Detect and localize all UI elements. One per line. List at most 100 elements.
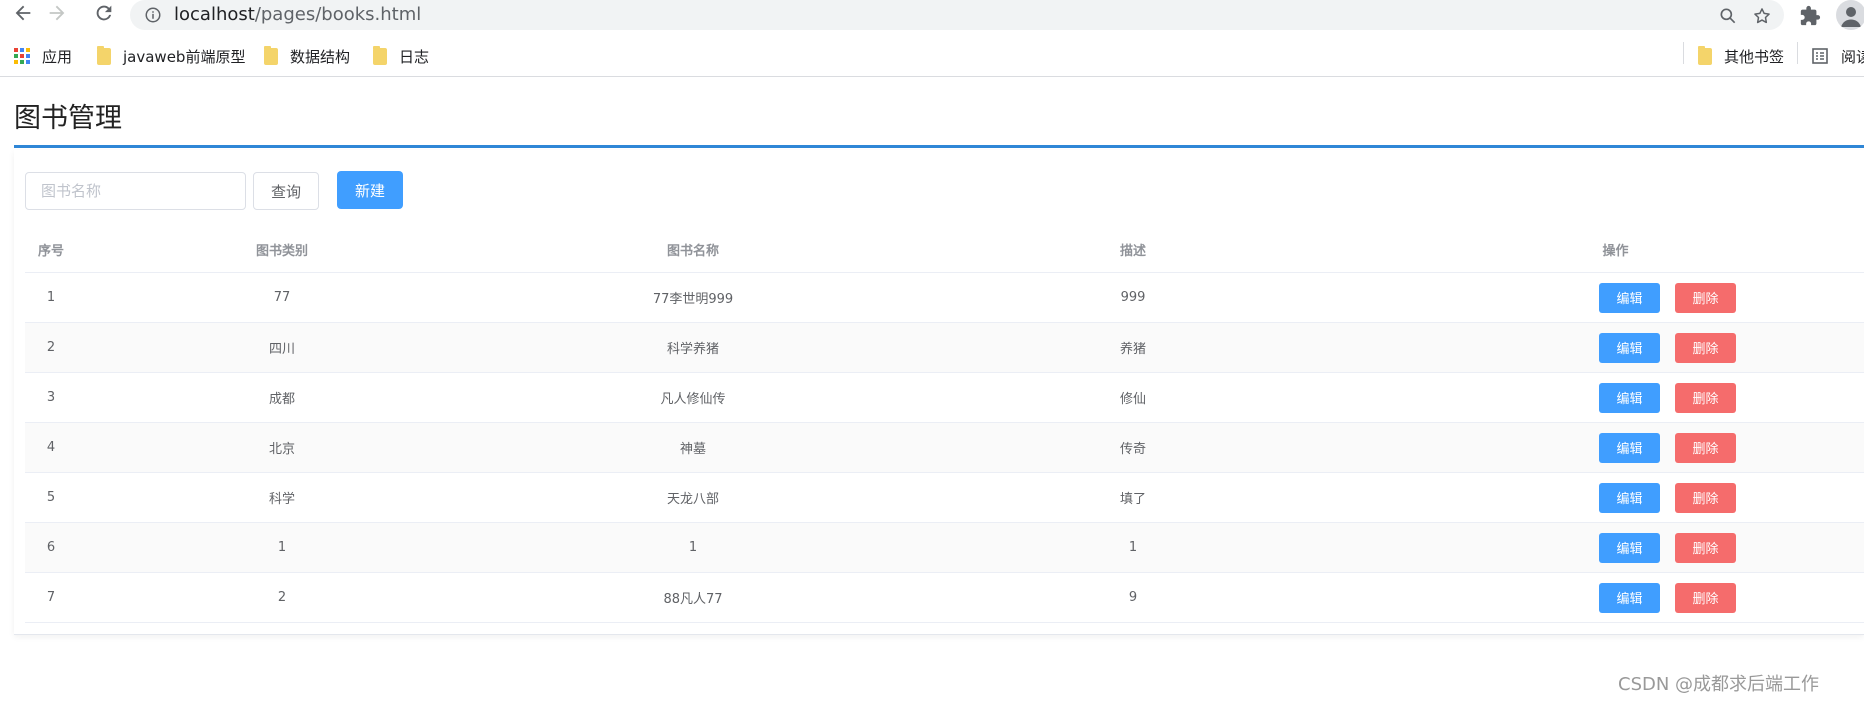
cell-description: 传奇 <box>1119 442 1146 457</box>
header-operations: 操作 <box>1602 243 1629 259</box>
cell-description: 修仙 <box>1119 392 1146 407</box>
cell-description: 1 <box>1128 540 1138 555</box>
cell-id: 6 <box>46 540 56 555</box>
edit-button[interactable]: 编辑 <box>1599 382 1660 413</box>
cell-operations: 编辑 删除 <box>1599 323 1864 372</box>
info-icon[interactable] <box>144 6 162 24</box>
title-divider <box>14 145 1864 148</box>
cell-category: 77 <box>273 290 291 305</box>
cell-description: 填了 <box>1119 492 1146 507</box>
table-row: 7 2 88凡人77 9 编辑 删除 <box>25 573 1864 623</box>
query-button[interactable]: 查询 <box>253 172 319 210</box>
cell-id: 1 <box>46 290 56 305</box>
cell-id: 5 <box>46 490 56 505</box>
bookmark-label: 日志 <box>399 47 430 66</box>
magnifier-icon <box>1720 8 1736 24</box>
cell-operations: 编辑 删除 <box>1599 523 1864 572</box>
delete-button[interactable]: 删除 <box>1675 532 1736 563</box>
url-text[interactable]: localhost/pages/books.html <box>174 3 421 27</box>
bookmark-label: 阅读 <box>1841 47 1864 66</box>
delete-button[interactable]: 删除 <box>1675 332 1736 363</box>
cell-description: 999 <box>1120 290 1146 305</box>
edit-button[interactable]: 编辑 <box>1599 532 1660 563</box>
cell-operations: 编辑 删除 <box>1599 573 1864 622</box>
cell-operations: 编辑 删除 <box>1599 423 1864 472</box>
cell-operations: 编辑 删除 <box>1599 273 1864 322</box>
table-row: 1 77 77李世明999 999 编辑 删除 <box>25 273 1864 323</box>
profile-avatar[interactable] <box>1836 0 1864 30</box>
header-description: 描述 <box>1119 243 1146 259</box>
table-row: 5 科学 天龙八部 填了 编辑 删除 <box>25 473 1864 523</box>
cell-name: 88凡人77 <box>663 592 723 607</box>
header-name: 图书名称 <box>666 243 719 259</box>
books-table: 序号 图书类别 图书名称 描述 操作 1 77 77李世明999 999 编辑 … <box>25 226 1864 623</box>
folder-icon <box>264 45 278 65</box>
folder-icon <box>1698 45 1712 65</box>
new-button[interactable]: 新建 <box>337 171 403 209</box>
extensions-button[interactable] <box>1796 2 1824 30</box>
table-row: 2 四川 科学养猪 养猪 编辑 删除 <box>25 323 1864 373</box>
reload-button[interactable] <box>87 0 121 30</box>
delete-button[interactable]: 删除 <box>1675 282 1736 313</box>
person-icon <box>1841 7 1861 27</box>
header-id: 序号 <box>37 243 64 259</box>
reload-icon <box>96 5 112 21</box>
cell-description: 9 <box>1128 590 1138 605</box>
bookmarks-divider <box>1797 42 1798 64</box>
reading-list[interactable]: 阅读 <box>1811 44 1864 68</box>
cell-id: 2 <box>46 340 56 355</box>
book-name-search-input[interactable] <box>25 172 246 210</box>
zoom-button[interactable] <box>1716 4 1740 28</box>
apps-grid-icon <box>14 48 30 64</box>
edit-button[interactable]: 编辑 <box>1599 582 1660 613</box>
edit-button[interactable]: 编辑 <box>1599 482 1660 513</box>
page-title: 图书管理 <box>14 103 122 134</box>
bookmark-star-button[interactable] <box>1750 4 1774 28</box>
cell-operations: 编辑 删除 <box>1599 373 1864 422</box>
delete-button[interactable]: 删除 <box>1675 382 1736 413</box>
arrow-left-icon <box>15 5 31 21</box>
cell-description: 养猪 <box>1119 342 1146 357</box>
cell-id: 4 <box>46 440 56 455</box>
bookmark-label: 应用 <box>42 47 73 66</box>
bookmarks-bar: 应用 javaweb前端原型 数据结构 日志 其他书签 阅读 <box>0 38 1864 77</box>
cell-id: 7 <box>46 590 56 605</box>
table-row: 3 成都 凡人修仙传 修仙 编辑 删除 <box>25 373 1864 423</box>
folder-icon <box>97 45 111 65</box>
bookmark-label: 数据结构 <box>290 47 351 66</box>
cell-name: 天龙八部 <box>666 492 719 507</box>
edit-button[interactable]: 编辑 <box>1599 432 1660 463</box>
bookmark-javaweb[interactable]: javaweb前端原型 <box>97 44 245 68</box>
url-host: localhost <box>174 4 255 25</box>
back-button[interactable] <box>6 0 40 30</box>
cell-category: 成都 <box>268 392 295 407</box>
cell-name: 77李世明999 <box>652 292 734 307</box>
watermark: CSDN @成都求后端工作 <box>1618 674 1820 695</box>
delete-button[interactable]: 删除 <box>1675 582 1736 613</box>
delete-button[interactable]: 删除 <box>1675 482 1736 513</box>
bookmark-label: javaweb前端原型 <box>123 47 246 66</box>
bookmark-logs[interactable]: 日志 <box>373 44 429 68</box>
cell-operations: 编辑 删除 <box>1599 473 1864 522</box>
header-category: 图书类别 <box>255 243 308 259</box>
cell-name: 科学养猪 <box>666 342 719 357</box>
star-icon <box>1754 8 1770 24</box>
delete-button[interactable]: 删除 <box>1675 432 1736 463</box>
edit-button[interactable]: 编辑 <box>1599 282 1660 313</box>
puzzle-icon <box>1800 5 1821 26</box>
forward-button[interactable] <box>40 0 74 30</box>
edit-button[interactable]: 编辑 <box>1599 332 1660 363</box>
cell-name: 神墓 <box>679 442 706 457</box>
address-bar[interactable]: localhost/pages/books.html <box>130 0 1784 30</box>
table-header: 序号 图书类别 图书名称 描述 操作 <box>25 226 1864 273</box>
cell-category: 2 <box>277 590 287 605</box>
arrow-right-icon <box>49 5 65 21</box>
bookmark-other[interactable]: 其他书签 <box>1698 44 1784 68</box>
cell-category: 四川 <box>268 342 295 357</box>
bookmark-data-structures[interactable]: 数据结构 <box>264 44 350 68</box>
url-path: /pages/books.html <box>254 4 422 25</box>
cell-category: 科学 <box>268 492 295 507</box>
bookmark-apps[interactable]: 应用 <box>14 44 72 68</box>
cell-category: 北京 <box>268 442 295 457</box>
cell-name: 凡人修仙传 <box>660 392 726 407</box>
